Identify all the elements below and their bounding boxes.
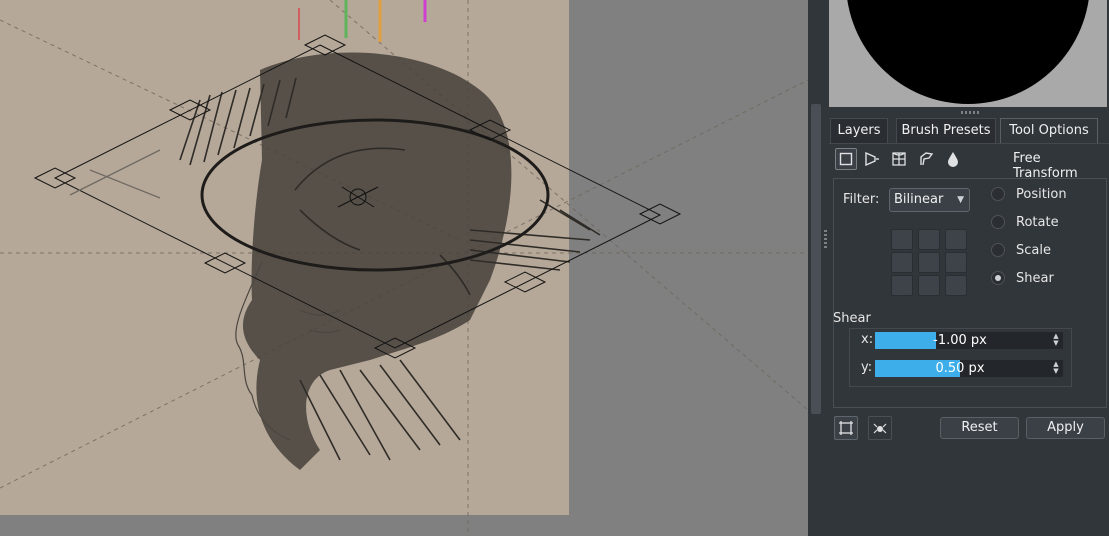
shear-y-label: y: [861,360,873,375]
transform-mode-title: Free Transform [1013,151,1078,181]
bounding-box-icon [839,421,853,435]
radio-rotate-indicator[interactable] [991,215,1005,229]
anchor-middle-left[interactable] [891,252,913,273]
canvas-area[interactable] [0,0,808,536]
anchor-top-left[interactable] [891,229,913,250]
radio-rotate[interactable]: Rotate [991,213,1059,231]
spin-arrows-icon[interactable]: ▲ ▼ [1051,361,1061,375]
tab-tool-options[interactable]: Tool Options [1000,118,1098,143]
liquify-transform-icon [948,152,958,167]
tab-brush-presets[interactable]: Brush Presets [896,118,996,143]
radio-position-indicator[interactable] [991,187,1005,201]
chevron-down-icon: ▼ [957,195,964,205]
filter-label: Filter: [843,192,880,207]
radio-shear-label: Shear [1016,270,1054,286]
brush-preview [829,0,1107,107]
transform-overlay[interactable] [0,0,808,536]
anchor-top-right[interactable] [945,229,967,250]
shear-y-value: 0.50 px [935,361,985,376]
shear-y-spinbox[interactable]: 0.50 px ▲ ▼ [875,360,1063,377]
filter-value: Bilinear [894,192,944,207]
anchor-bottom-right[interactable] [945,275,967,296]
shear-x-spinbox[interactable]: -1.00 px ▲ ▼ [875,332,1063,349]
radio-scale-indicator[interactable] [991,243,1005,257]
anchor-center[interactable] [918,252,940,273]
work-recursively-button[interactable] [868,416,892,440]
reset-button[interactable]: Reset [940,417,1019,439]
radio-position[interactable]: Position [991,185,1067,203]
shear-x-label: x: [861,332,874,347]
perspective-transform-icon [865,152,879,166]
color-strokes [298,0,427,42]
anchor-bottom-left[interactable] [891,275,913,296]
splitter-grip-icon[interactable] [824,230,827,248]
perspective-transform-button[interactable] [861,148,883,170]
apply-button[interactable]: Apply [1026,417,1105,439]
show-bounds-button[interactable] [834,416,858,440]
radio-scale-label: Scale [1016,242,1051,258]
warp-transform-button[interactable] [888,148,910,170]
cage-transform-button[interactable] [915,148,937,170]
shear-section-title: Shear [833,311,871,326]
radio-shear-indicator[interactable] [991,271,1005,285]
tab-divider [829,143,1109,144]
filter-dropdown[interactable]: Bilinear ▼ [889,188,970,212]
cage-transform-icon [920,152,934,166]
warp-transform-icon [892,152,906,166]
free-transform-icon [839,152,853,166]
liquify-transform-button[interactable] [942,148,964,170]
spin-arrows-icon[interactable]: ▲ ▼ [1051,333,1061,347]
sketch-cross-lines [69,149,161,199]
anchor-top-center[interactable] [918,229,940,250]
radio-shear[interactable]: Shear [991,269,1054,287]
radio-position-label: Position [1016,186,1067,202]
radio-rotate-label: Rotate [1016,214,1059,230]
tab-layers[interactable]: Layers [830,118,888,143]
canvas-vertical-scrollbar[interactable] [811,104,821,414]
sketch-dark-ink [242,52,512,470]
free-transform-button[interactable] [835,148,857,170]
spider-icon [873,423,887,434]
shear-x-value: -1.00 px [933,333,987,348]
anchor-bottom-center[interactable] [918,275,940,296]
radio-scale[interactable]: Scale [991,241,1051,259]
anchor-middle-right[interactable] [945,252,967,273]
brush-tip-shape [846,0,1090,104]
preview-resize-grip-icon[interactable] [961,111,979,114]
